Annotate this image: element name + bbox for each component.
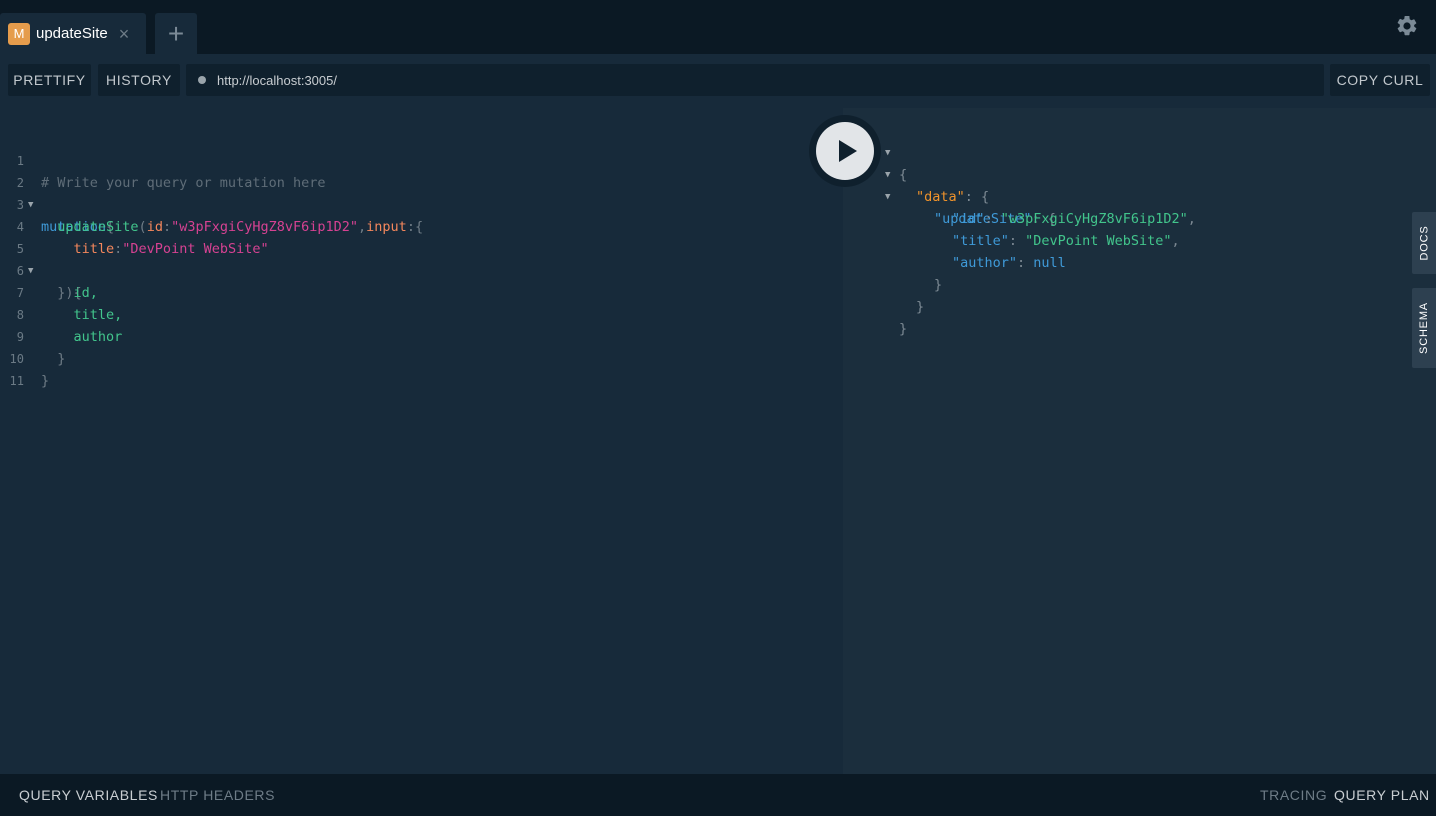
close-icon[interactable]: ×	[119, 25, 130, 43]
query-plan-tab[interactable]: QUERY PLAN	[1334, 787, 1430, 803]
code-line: 3 updateSite(id:"w3pFxgiCyHgZ8vF6ip1D2",…	[0, 172, 423, 235]
json-string: "w3pFxgiCyHgZ8vF6ip1D2"	[1000, 211, 1188, 227]
code-string: "DevPoint WebSite"	[122, 241, 269, 257]
json-line: "author": null	[843, 230, 1066, 271]
json-line: }	[843, 252, 942, 293]
code-arg: input	[366, 219, 407, 235]
json-null: null	[1033, 255, 1066, 271]
json-key: "title"	[952, 233, 1009, 249]
query-editor[interactable]: 1 # Write your query or mutation here 2 …	[0, 108, 843, 774]
tab-update-site[interactable]: M updateSite ×	[0, 13, 146, 54]
run-query-button[interactable]	[816, 122, 874, 180]
code-punct: ,	[358, 219, 367, 235]
tab-label: updateSite	[36, 25, 108, 42]
json-key: "author"	[952, 255, 1018, 271]
json-line: "title": "DevPoint WebSite",	[843, 208, 1180, 249]
json-line: "id": "w3pFxgiCyHgZ8vF6ip1D2",	[843, 186, 1196, 227]
play-icon	[838, 140, 857, 162]
code-line: 11	[0, 348, 49, 388]
json-line: }	[843, 296, 907, 337]
json-punct: ,	[1187, 211, 1196, 227]
schema-tab[interactable]: SCHEMA	[1412, 288, 1436, 368]
gear-icon[interactable]	[1395, 14, 1419, 38]
json-brace: {	[899, 167, 908, 183]
code-comment: # Write your query or mutation here	[41, 175, 326, 191]
docs-tab[interactable]: DOCS	[1412, 212, 1436, 274]
add-tab-button[interactable]: +	[155, 13, 197, 54]
code-line: 2 ▼ mutation{	[0, 150, 114, 235]
tab-badge: M	[8, 22, 30, 45]
code-line: 1 # Write your query or mutation here	[0, 128, 326, 191]
json-key: "id"	[952, 211, 985, 227]
code-punct: :	[162, 219, 172, 235]
code-arg: title	[73, 241, 115, 257]
prettify-button[interactable]: PRETTIFY	[8, 64, 91, 96]
json-line: }	[843, 274, 924, 315]
code-arg: id	[146, 219, 163, 235]
code-line: 7 title,	[0, 260, 123, 323]
status-dot-icon	[198, 76, 206, 84]
endpoint-url-text: http://localhost:3005/	[217, 72, 337, 88]
code-line: 10 }	[0, 326, 50, 389]
json-brace: }	[899, 321, 908, 337]
json-punct: ,	[1171, 233, 1180, 249]
http-headers-tab[interactable]: HTTP HEADERS	[160, 787, 275, 803]
json-punct: : {	[964, 189, 990, 205]
tracing-tab[interactable]: TRACING	[1260, 787, 1327, 803]
code-punct: (	[138, 219, 147, 235]
json-punct: :	[1008, 233, 1026, 249]
json-brace: }	[916, 299, 925, 315]
docs-tab-label: DOCS	[1418, 225, 1431, 261]
query-variables-tab[interactable]: QUERY VARIABLES	[19, 787, 158, 803]
code-punct: :	[406, 219, 415, 235]
code-field: title,	[73, 307, 123, 323]
code-field: updateSite	[57, 219, 139, 235]
bottom-bar: QUERY VARIABLES HTTP HEADERS TRACING QUE…	[0, 774, 1436, 816]
code-field: id,	[73, 285, 98, 301]
tab-bar: M updateSite × +	[0, 0, 1436, 54]
query-code: 1 # Write your query or mutation here 2 …	[0, 128, 424, 389]
code-line: 5 ▼ }){	[0, 216, 82, 301]
json-brace: }	[934, 277, 943, 293]
schema-tab-label: SCHEMA	[1418, 302, 1430, 354]
code-field: author	[73, 329, 123, 345]
json-punct: :	[984, 211, 1001, 227]
result-pane[interactable]: ▼ { ▼ "data": { ▼ "updateSite": { "id": …	[843, 108, 1436, 774]
code-line: 4 title:"DevPoint WebSite"	[0, 194, 269, 257]
code-line: 6 id,	[0, 238, 98, 301]
code-line: 8 author	[0, 282, 123, 345]
code-punct: }	[57, 351, 66, 367]
code-punct: {	[414, 219, 424, 235]
copy-curl-button[interactable]: COPY CURL	[1330, 64, 1430, 96]
json-punct: :	[1017, 255, 1034, 271]
endpoint-url-input[interactable]: http://localhost:3005/	[186, 64, 1324, 96]
history-button[interactable]: HISTORY	[98, 64, 180, 96]
toolbar: PRETTIFY HISTORY http://localhost:3005/ …	[0, 54, 1436, 108]
line-number: 11	[9, 374, 24, 388]
code-string: "w3pFxgiCyHgZ8vF6ip1D2"	[171, 219, 359, 235]
json-key: "data"	[916, 189, 965, 205]
json-string: "DevPoint WebSite"	[1025, 233, 1172, 249]
code-line: 9 }	[0, 304, 66, 367]
